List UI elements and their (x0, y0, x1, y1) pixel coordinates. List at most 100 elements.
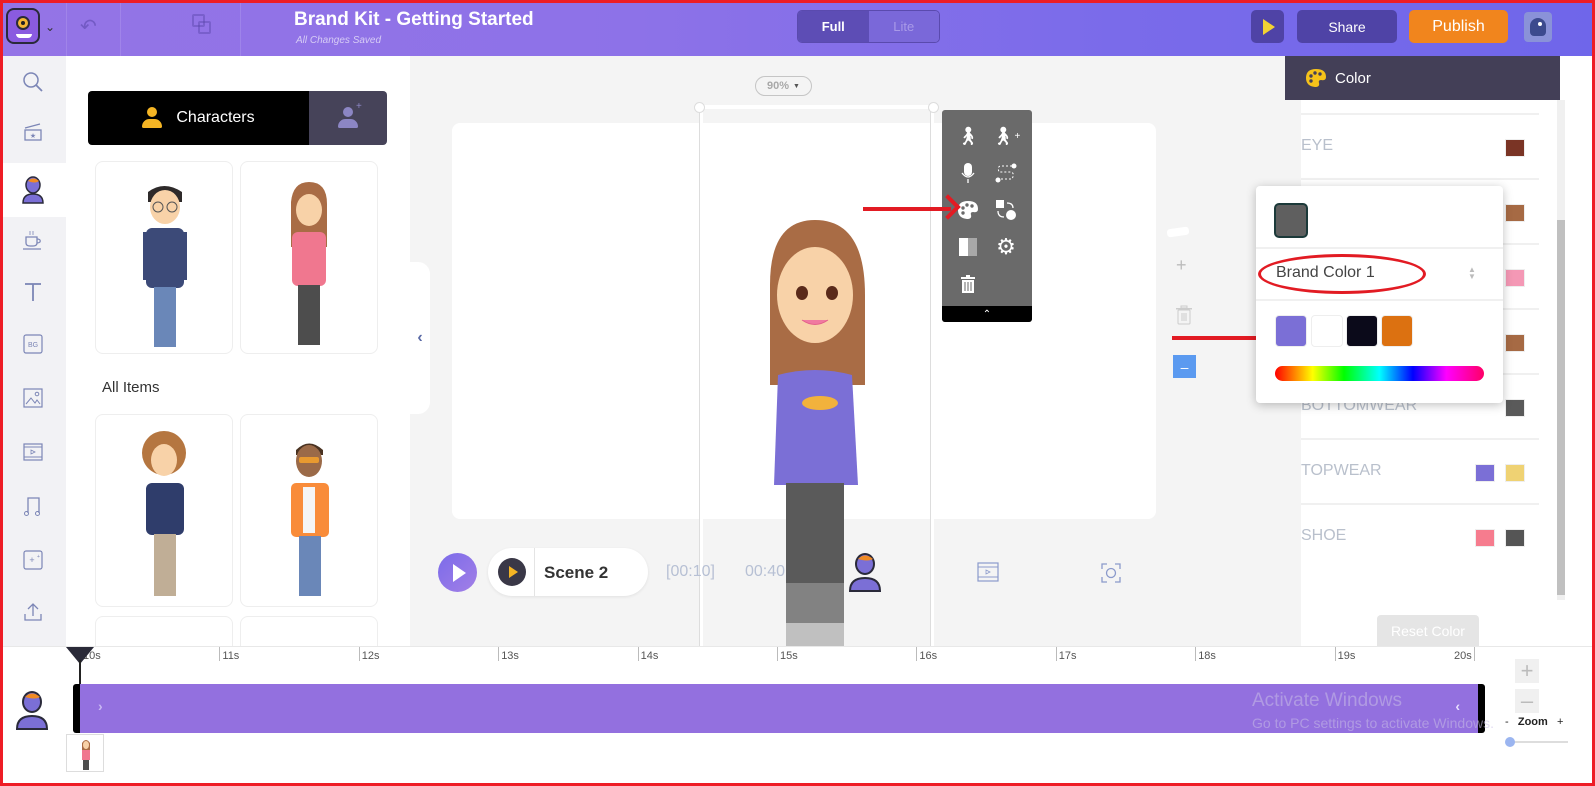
timeline-tick: 18s (1195, 647, 1216, 662)
canvas-zoom-dropdown[interactable]: 90% ▼ (755, 76, 812, 96)
character-man-glasses (143, 186, 187, 347)
top-header: ⌄ ↶ Brand Kit - Getting Started All Chan… (0, 0, 1595, 56)
rail-templates[interactable]: ★ (0, 106, 66, 158)
rail-effects[interactable]: + + (0, 534, 66, 586)
color-swatch[interactable] (1505, 464, 1525, 482)
sparkle-icon: + + (23, 550, 43, 570)
track-thumbnail[interactable] (66, 734, 104, 772)
rail-search[interactable] (0, 56, 66, 108)
person-icon (142, 107, 163, 129)
project-title[interactable]: Brand Kit - Getting Started (294, 9, 534, 31)
motion-path-icon[interactable] (991, 158, 1021, 188)
resize-handle[interactable] (928, 102, 939, 113)
microphone-icon[interactable] (953, 158, 983, 188)
character-icon[interactable] (848, 552, 882, 592)
trash-icon[interactable] (1175, 305, 1193, 325)
rail-images[interactable] (0, 372, 66, 424)
color-swatch[interactable] (1505, 204, 1525, 222)
rail-backgrounds[interactable]: BG (0, 318, 66, 370)
brand-color-swatch[interactable] (1381, 315, 1413, 347)
gear-icon[interactable]: ⚙ (991, 232, 1021, 262)
flip-icon[interactable] (953, 232, 983, 262)
track-expand-left-icon[interactable]: › (98, 698, 103, 714)
color-swatch[interactable] (1505, 269, 1525, 287)
brand-color-swatch[interactable] (1346, 315, 1378, 347)
tab-characters[interactable]: Characters (88, 91, 309, 145)
mode-lite-button[interactable]: Lite (868, 11, 939, 42)
rail-characters[interactable] (0, 164, 66, 216)
play-scene-button[interactable] (498, 558, 526, 586)
scene-name: Scene 2 (544, 563, 609, 582)
character-toolbar: 🚶︎ 🚶︎ + ⚙ ⌃ (942, 110, 1032, 322)
preview-play-button[interactable] (1251, 10, 1284, 43)
left-rail: ★ BG + + (0, 56, 66, 646)
color-swatch[interactable] (1505, 139, 1525, 157)
share-button[interactable]: Share (1297, 10, 1397, 43)
mode-full-button[interactable]: Full (798, 11, 869, 42)
color-swatch[interactable] (1505, 529, 1525, 547)
timeline-tick: 13s (498, 647, 519, 662)
timeline-zoom-in-button[interactable]: + (1515, 658, 1539, 683)
current-color-swatch[interactable] (1274, 203, 1308, 238)
swap-icon[interactable] (991, 195, 1021, 225)
color-swatch[interactable] (1505, 399, 1525, 417)
collapse-panel-button[interactable]: ‹ (410, 262, 430, 414)
character-woman-pink-hoodie (291, 182, 327, 345)
color-swatch[interactable] (1475, 529, 1495, 547)
film-icon (23, 443, 43, 461)
zoom-value: 90% (767, 80, 790, 92)
add-action-icon[interactable]: 🚶︎ + (991, 121, 1021, 151)
color-swatch[interactable] (1475, 464, 1495, 482)
character-card[interactable] (240, 161, 378, 354)
rail-properties[interactable] (0, 214, 66, 266)
chevron-left-icon: ‹ (417, 329, 423, 346)
zoom-slider-knob[interactable] (1505, 737, 1515, 747)
chevron-down-icon[interactable]: ⌄ (45, 20, 55, 34)
hue-slider[interactable] (1275, 366, 1484, 381)
rail-music[interactable] (0, 480, 66, 532)
scene-selector[interactable]: Scene 2 (488, 548, 648, 596)
play-all-button[interactable] (438, 553, 477, 592)
mode-toggle[interactable]: Full Lite (797, 10, 940, 43)
resize-handle[interactable] (694, 102, 705, 113)
color-swatch[interactable] (1505, 334, 1525, 352)
character-card[interactable] (95, 414, 233, 607)
timeline-zoom-out-button[interactable]: – (1515, 688, 1539, 713)
timeline-tick: 16s (916, 647, 937, 662)
rail-text[interactable] (0, 266, 66, 318)
trash-icon[interactable] (953, 269, 983, 299)
copy-icon[interactable] (192, 14, 212, 36)
track-expand-right-icon[interactable]: ‹ (1455, 698, 1460, 714)
annotation-oval (1258, 254, 1426, 294)
film-icon[interactable] (977, 562, 999, 582)
plus-icon[interactable]: + (1176, 255, 1187, 276)
brand-color-swatch[interactable] (1311, 315, 1343, 347)
timeline-tick: 20s (1452, 647, 1475, 662)
character-curly-man (142, 431, 186, 596)
tab-add-character[interactable]: + (309, 91, 387, 145)
color-row-label: TOPWEAR (1301, 462, 1382, 479)
music-icon (24, 497, 40, 516)
focus-icon[interactable] (1101, 563, 1121, 583)
character-icon (22, 176, 44, 204)
undo-icon[interactable]: ↶ (80, 14, 97, 39)
timeline-zoom-slider[interactable] (1505, 737, 1568, 747)
brand-color-swatch[interactable] (1275, 315, 1307, 347)
toolbar-collapse-button[interactable]: ⌃ (942, 306, 1032, 322)
text-icon (25, 283, 41, 301)
character-card[interactable] (95, 161, 233, 354)
select-arrows-icon[interactable]: ▲ ▼ (1468, 266, 1476, 281)
reset-color-button[interactable]: Reset Color (1377, 615, 1479, 646)
upload-icon (24, 603, 42, 621)
svg-text:★: ★ (30, 132, 36, 140)
app-logo-icon[interactable] (6, 8, 40, 44)
publish-button[interactable]: Publish (1409, 10, 1508, 43)
user-avatar[interactable] (1524, 12, 1552, 42)
rail-videos[interactable] (0, 426, 66, 478)
timeline-tick: 11s (219, 647, 239, 662)
minus-icon[interactable]: – (1173, 355, 1196, 378)
walk-icon[interactable]: 🚶︎ (953, 121, 983, 151)
color-panel-scrollbar[interactable] (1557, 100, 1565, 600)
character-card[interactable] (240, 414, 378, 607)
rail-upload[interactable] (0, 586, 66, 638)
